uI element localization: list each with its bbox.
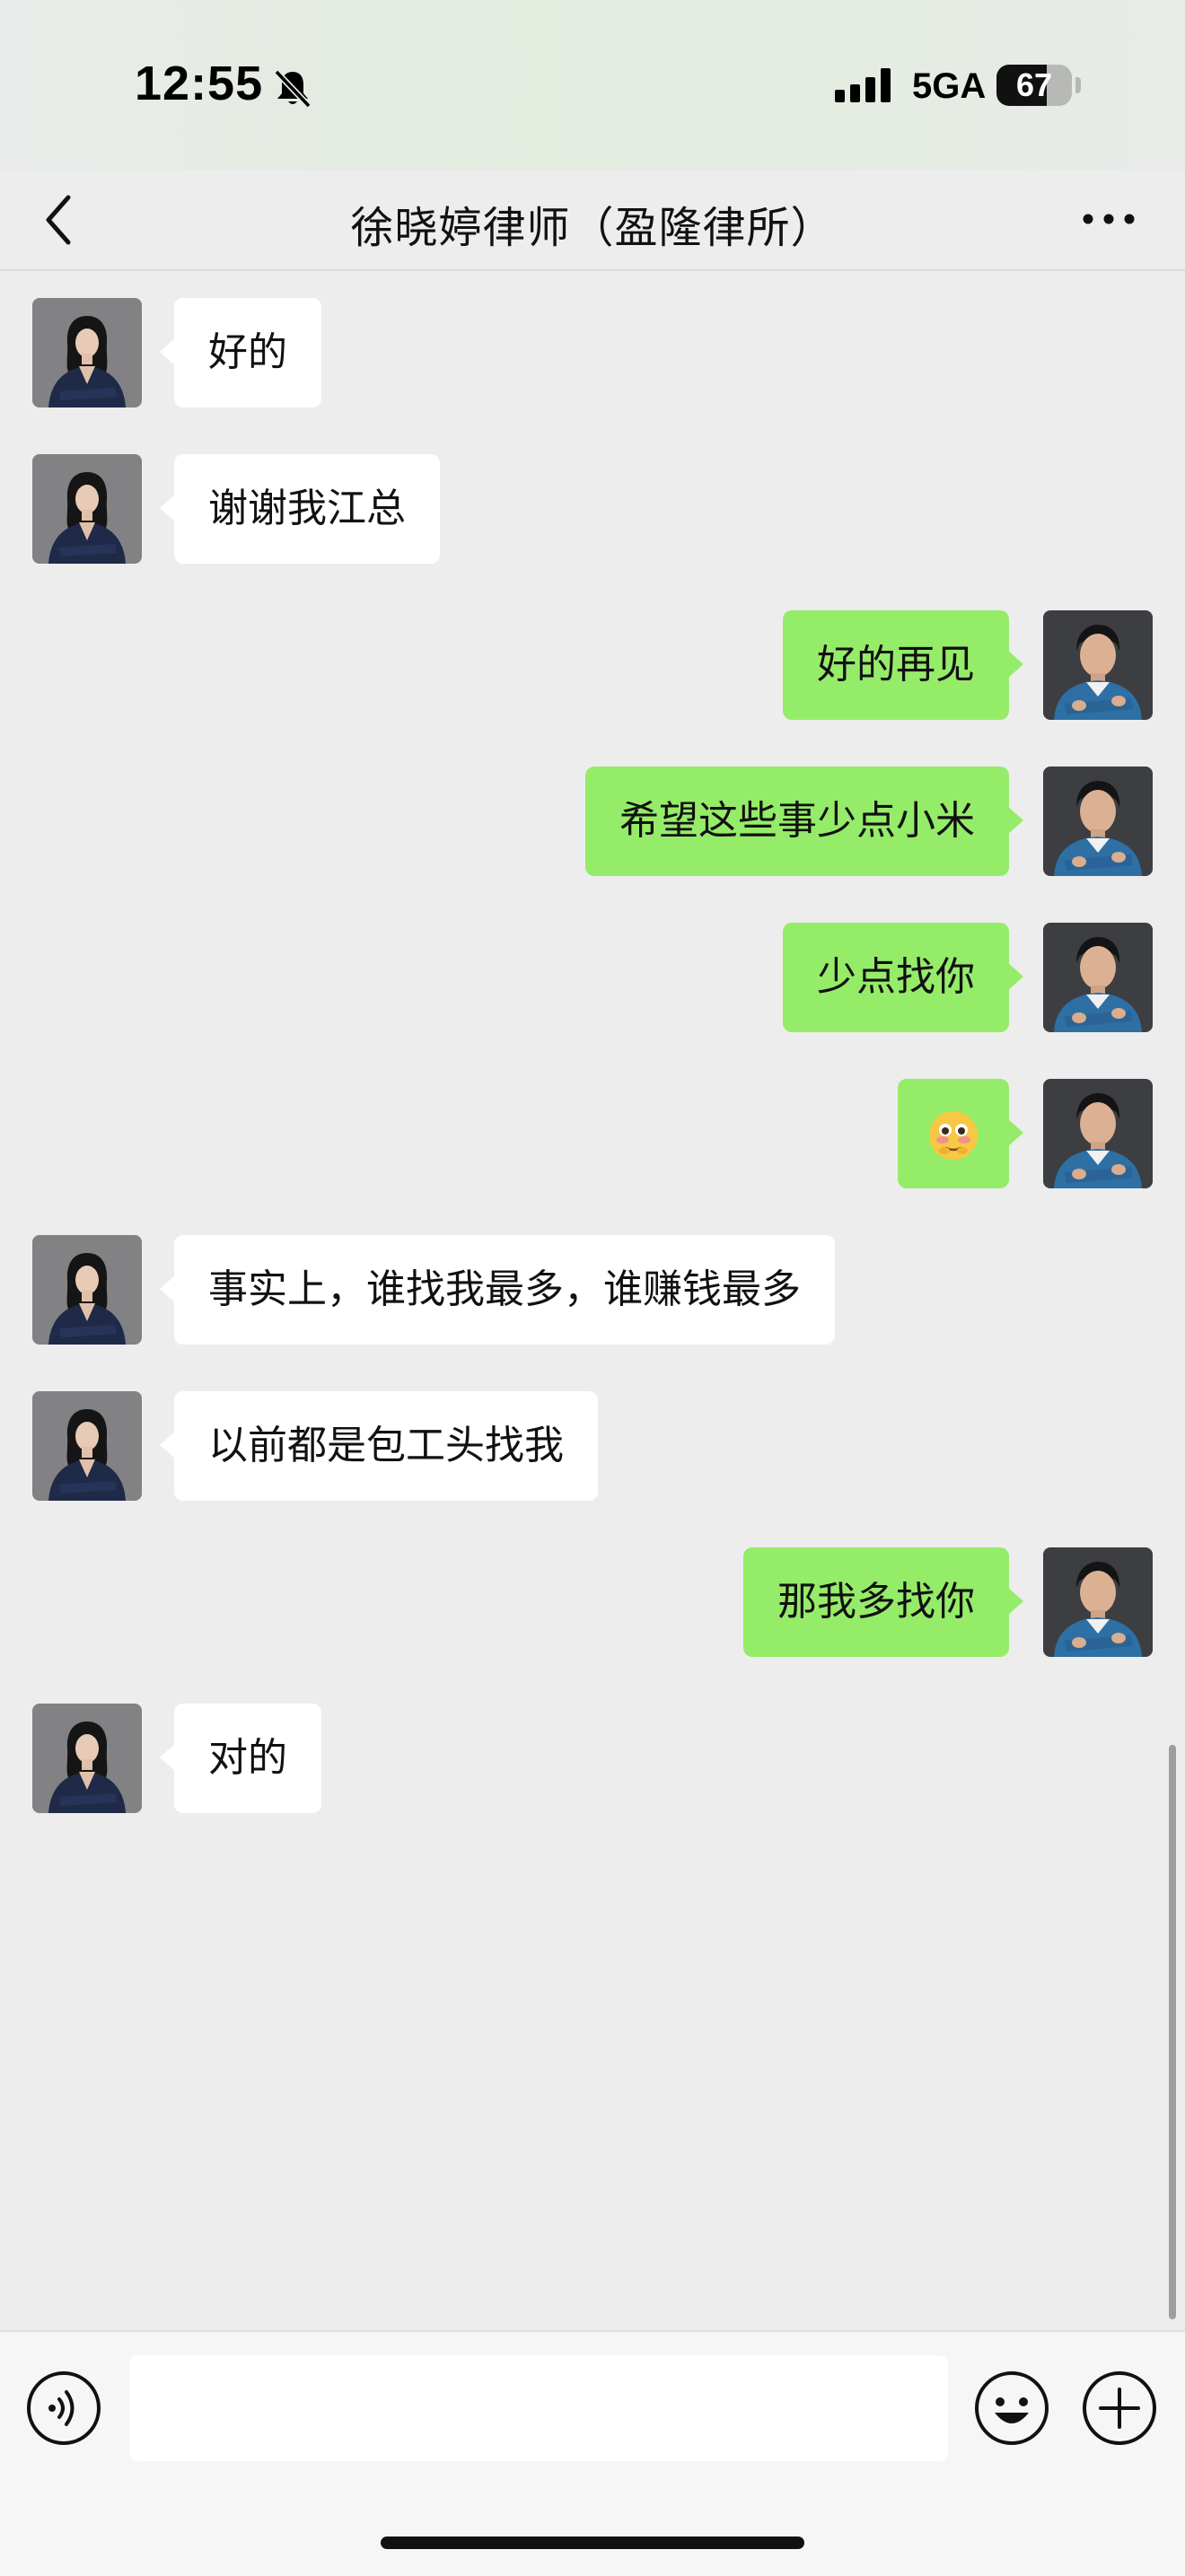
- message-row: 好的: [0, 298, 1185, 409]
- my-avatar[interactable]: [1043, 1079, 1153, 1188]
- battery-level: 67: [1015, 66, 1053, 103]
- received-message-bubble[interactable]: 事实上，谁找我最多，谁赚钱最多: [160, 1235, 835, 1345]
- my-avatar[interactable]: [1043, 610, 1153, 720]
- contact-avatar[interactable]: [32, 1704, 142, 1813]
- message-row: 事实上，谁找我最多，谁赚钱最多: [0, 1235, 1185, 1346]
- battery-icon: 67: [996, 65, 1072, 106]
- message-row: 谢谢我江总: [0, 454, 1185, 565]
- emoji-icon[interactable]: [973, 2370, 1050, 2447]
- message-row: 那我多找你: [0, 1547, 1185, 1659]
- contact-avatar[interactable]: [32, 298, 142, 407]
- chevron-left-icon[interactable]: [38, 188, 83, 251]
- scroll-indicator[interactable]: [1169, 1745, 1176, 2319]
- voice-icon[interactable]: [25, 2370, 102, 2447]
- blushing-face-emoji: [929, 1111, 978, 1160]
- chat-title: 徐晓婷律师（盈隆律所）: [350, 203, 835, 253]
- message-row: 少点找你: [0, 923, 1185, 1034]
- input-bar: [0, 2330, 1185, 2576]
- contact-avatar[interactable]: [32, 454, 142, 564]
- battery-nub: [1075, 77, 1081, 93]
- signal-icon: [835, 68, 891, 102]
- plus-icon[interactable]: [1081, 2370, 1158, 2447]
- sent-message-bubble[interactable]: 希望这些事少点小米: [585, 767, 1023, 876]
- status-bar: 12:55 5GA 67: [0, 0, 1185, 171]
- message-row: 希望这些事少点小米: [0, 767, 1185, 878]
- more-icon[interactable]: [1077, 201, 1140, 237]
- nav-bar: 徐晓婷律师（盈隆律所）: [0, 171, 1185, 271]
- message-row: 对的: [0, 1704, 1185, 1815]
- message-input[interactable]: [129, 2355, 948, 2461]
- received-message-bubble[interactable]: 以前都是包工头找我: [160, 1391, 598, 1501]
- chat-area[interactable]: 好的 谢谢我江总 好的再见 希望这些事少点小米 少点找你 事实上，谁找我最多，谁…: [0, 271, 1185, 2328]
- message-row: 以前都是包工头找我: [0, 1391, 1185, 1503]
- my-avatar[interactable]: [1043, 1547, 1153, 1657]
- my-avatar[interactable]: [1043, 923, 1153, 1032]
- home-indicator[interactable]: [381, 2537, 804, 2549]
- sent-message-bubble[interactable]: 好的再见: [783, 610, 1023, 720]
- sent-emoji-bubble[interactable]: [898, 1079, 1023, 1188]
- status-time: 12:55: [135, 57, 264, 110]
- received-message-bubble[interactable]: 对的: [160, 1704, 321, 1813]
- bell-muted-icon: [274, 69, 312, 109]
- my-avatar[interactable]: [1043, 767, 1153, 876]
- network-label: 5GA: [912, 66, 987, 106]
- contact-avatar[interactable]: [32, 1235, 142, 1345]
- message-row: 好的再见: [0, 610, 1185, 722]
- received-message-bubble[interactable]: 谢谢我江总: [160, 454, 440, 564]
- sent-message-bubble[interactable]: 少点找你: [783, 923, 1023, 1032]
- contact-avatar[interactable]: [32, 1391, 142, 1501]
- received-message-bubble[interactable]: 好的: [160, 298, 321, 407]
- message-row: [0, 1079, 1185, 1190]
- sent-message-bubble[interactable]: 那我多找你: [743, 1547, 1023, 1657]
